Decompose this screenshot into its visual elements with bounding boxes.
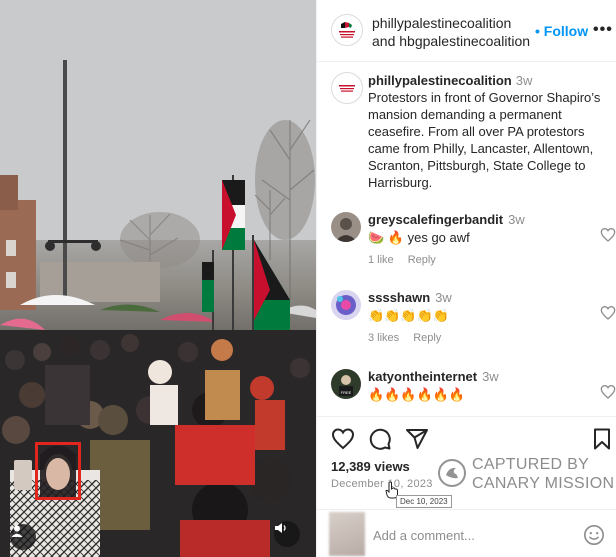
- speaker-icon: [275, 523, 286, 533]
- commenter-avatar[interactable]: [331, 212, 361, 242]
- heart-outline-icon[interactable]: [331, 427, 355, 451]
- caption-time: 3w: [515, 73, 533, 88]
- coalition-logo-icon: [333, 74, 361, 102]
- coalition-logo-icon: [333, 16, 361, 44]
- comment-username-text[interactable]: sssshawn: [368, 290, 430, 305]
- highlighted-face-box: [35, 442, 81, 500]
- comment-likes[interactable]: 1 like: [368, 254, 394, 266]
- avatar-photo: [331, 290, 361, 320]
- watermark-line-1: CAPTURED BY: [472, 456, 590, 473]
- comment-username-text[interactable]: katyontheinternet: [368, 369, 477, 384]
- comment-time: 3w: [508, 212, 525, 227]
- watermark-text: CAPTURED BY CANARY MISSION: [472, 455, 614, 493]
- mute-toggle-button[interactable]: [274, 521, 300, 547]
- reply-button[interactable]: Reply: [413, 332, 441, 344]
- author-name-collab[interactable]: and hbgpalestinecoalition: [372, 32, 530, 50]
- comment-meta: 1 like Reply: [368, 254, 436, 266]
- author-avatar[interactable]: [331, 14, 363, 46]
- user-icon: [11, 525, 23, 537]
- current-user-avatar: [329, 512, 365, 556]
- comment-icon[interactable]: [368, 427, 392, 451]
- avatar-photo: [331, 212, 361, 242]
- canary-logo-icon: [438, 459, 466, 487]
- avatar-photo: FREE: [331, 369, 361, 399]
- comment-username-text[interactable]: greyscalefingerbandit: [368, 212, 503, 227]
- video-player[interactable]: [0, 0, 316, 557]
- comment-likes[interactable]: 3 likes: [368, 332, 399, 344]
- caption-text-block: phillypalestinecoalition 3w Protestors in…: [368, 72, 613, 191]
- reply-button[interactable]: Reply: [408, 254, 436, 266]
- heart-outline-icon[interactable]: [600, 227, 616, 243]
- commenter-avatar[interactable]: [331, 290, 361, 320]
- post-date[interactable]: December 10, 2023: [331, 478, 433, 490]
- more-options-button[interactable]: •••: [593, 21, 613, 39]
- heart-outline-icon[interactable]: [600, 305, 616, 321]
- bookmark-icon[interactable]: [590, 427, 614, 451]
- follow-button[interactable]: • Follow: [535, 23, 588, 39]
- comment-username[interactable]: greyscalefingerbandit 3w: [368, 212, 525, 227]
- comment-text: 🍉 🔥 yes go awf: [368, 230, 470, 245]
- add-comment-bar: Add a comment...: [317, 509, 616, 557]
- caption-username[interactable]: phillypalestinecoalition: [368, 73, 512, 88]
- comment-item: greyscalefingerbandit 3w 🍉 🔥 yes go awf 1…: [331, 212, 616, 274]
- comment-time: 3w: [435, 290, 452, 305]
- view-count[interactable]: 12,389 views: [331, 459, 410, 474]
- caption-avatar[interactable]: [331, 72, 363, 104]
- comment-meta: 3 likes Reply: [368, 332, 441, 344]
- svg-text:FREE: FREE: [341, 390, 352, 395]
- author-name-primary[interactable]: phillypalestinecoalition: [372, 14, 530, 32]
- commenter-avatar[interactable]: FREE: [331, 369, 361, 399]
- comment-input[interactable]: Add a comment...: [373, 528, 475, 543]
- post-header: phillypalestinecoalition and hbgpalestin…: [317, 0, 616, 62]
- comment-text: 👏👏👏👏👏: [368, 308, 449, 323]
- comment-text: 🔥🔥🔥🔥🔥🔥: [368, 387, 466, 402]
- date-tooltip: Dec 10, 2023: [396, 495, 452, 508]
- follow-label: Follow: [543, 23, 589, 39]
- tagged-users-button[interactable]: [10, 524, 36, 550]
- caption-body: Protestors in front of Governor Shapiro’…: [368, 90, 601, 190]
- watermark-line-2: CANARY MISSION: [472, 475, 615, 492]
- heart-outline-icon[interactable]: [600, 384, 616, 400]
- share-icon[interactable]: [405, 427, 429, 451]
- comment-time: 3w: [482, 369, 499, 384]
- author-names[interactable]: phillypalestinecoalition and hbgpalestin…: [372, 14, 530, 50]
- emoji-icon[interactable]: [583, 524, 605, 546]
- canary-mission-watermark: CAPTURED BY CANARY MISSION: [437, 455, 616, 495]
- comment-username[interactable]: katyontheinternet 3w: [368, 369, 499, 384]
- comment-username[interactable]: sssshawn 3w: [368, 290, 452, 305]
- comment-item: sssshawn 3w 👏👏👏👏👏 3 likes Reply: [331, 290, 616, 352]
